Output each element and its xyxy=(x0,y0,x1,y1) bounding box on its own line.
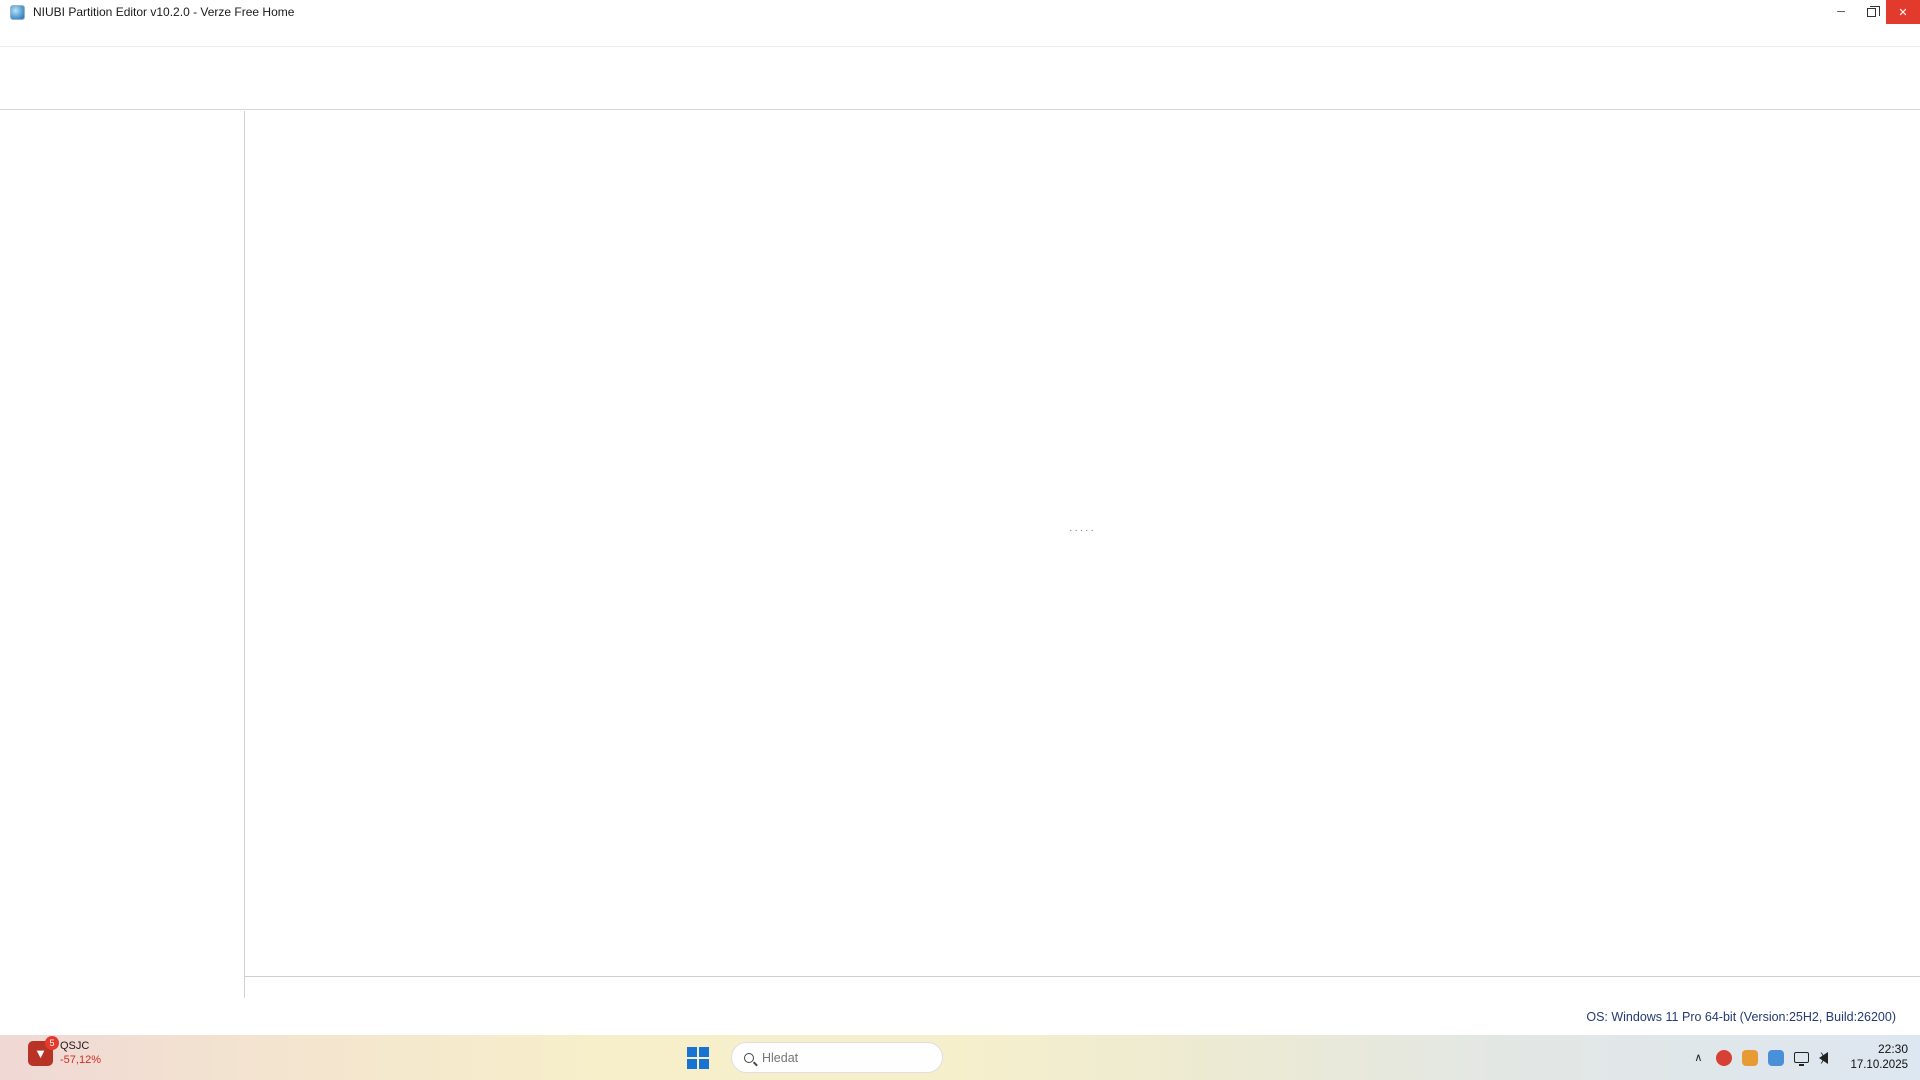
stock-widget-icon: ▼ 5 xyxy=(28,1041,53,1066)
clock-time: 22:30 xyxy=(1850,1042,1908,1058)
app-window: NIUBI Partition Editor v10.2.0 - Verze F… xyxy=(0,0,1920,1035)
windows-logo-icon xyxy=(687,1047,709,1069)
workspace: ····· xyxy=(0,111,1920,998)
restore-icon xyxy=(1867,8,1876,17)
minimize-button[interactable]: ─ xyxy=(1826,0,1856,24)
close-button[interactable]: ✕ xyxy=(1886,0,1920,24)
taskbar-search[interactable] xyxy=(731,1042,943,1073)
sidebar xyxy=(0,111,245,998)
tray-app-red-icon[interactable] xyxy=(1716,1050,1732,1066)
tray-app-orange-icon[interactable] xyxy=(1742,1050,1758,1066)
tray-app-blue-icon[interactable] xyxy=(1768,1050,1784,1066)
widgets-button[interactable]: ▼ 5 QSJC -57,12% xyxy=(28,1040,101,1068)
volume-icon[interactable] xyxy=(1819,1052,1828,1064)
main-panel: ····· xyxy=(245,111,1920,998)
titlebar: NIUBI Partition Editor v10.2.0 - Verze F… xyxy=(0,0,1920,24)
volume-table xyxy=(245,111,1920,523)
stock-ticker: QSJC xyxy=(60,1040,101,1054)
clock-date: 17.10.2025 xyxy=(1850,1058,1908,1073)
search-icon xyxy=(744,1053,754,1063)
start-button[interactable] xyxy=(680,1040,716,1076)
statusbar: OS: Windows 11 Pro 64-bit (Version:25H2,… xyxy=(0,998,1920,1035)
window-title: NIUBI Partition Editor v10.2.0 - Verze F… xyxy=(33,5,294,19)
network-icon[interactable] xyxy=(1794,1052,1809,1063)
hidden-icons-chevron[interactable]: ∧ xyxy=(1694,1051,1702,1064)
taskbar-center xyxy=(680,1035,952,1080)
splitter-handle[interactable]: ····· xyxy=(245,523,1920,537)
search-input[interactable] xyxy=(762,1051,912,1065)
taskbar: ▼ 5 QSJC -57,12% ∧ 22:30 17.10.2025 xyxy=(0,1035,1920,1080)
stock-change: -57,12% xyxy=(60,1054,101,1068)
disk-map-panels xyxy=(245,537,1920,539)
app-logo-icon xyxy=(10,5,25,20)
menubar xyxy=(0,24,1920,47)
window-controls: ─ ✕ xyxy=(1826,0,1920,24)
widget-badge: 5 xyxy=(45,1036,59,1050)
toolbar xyxy=(0,47,1920,110)
taskbar-tray: ∧ 22:30 17.10.2025 xyxy=(1694,1035,1908,1080)
restore-button[interactable] xyxy=(1856,0,1886,24)
os-info-text: OS: Windows 11 Pro 64-bit (Version:25H2,… xyxy=(1586,1010,1896,1024)
legend xyxy=(245,976,1920,998)
clock[interactable]: 22:30 17.10.2025 xyxy=(1850,1042,1908,1073)
